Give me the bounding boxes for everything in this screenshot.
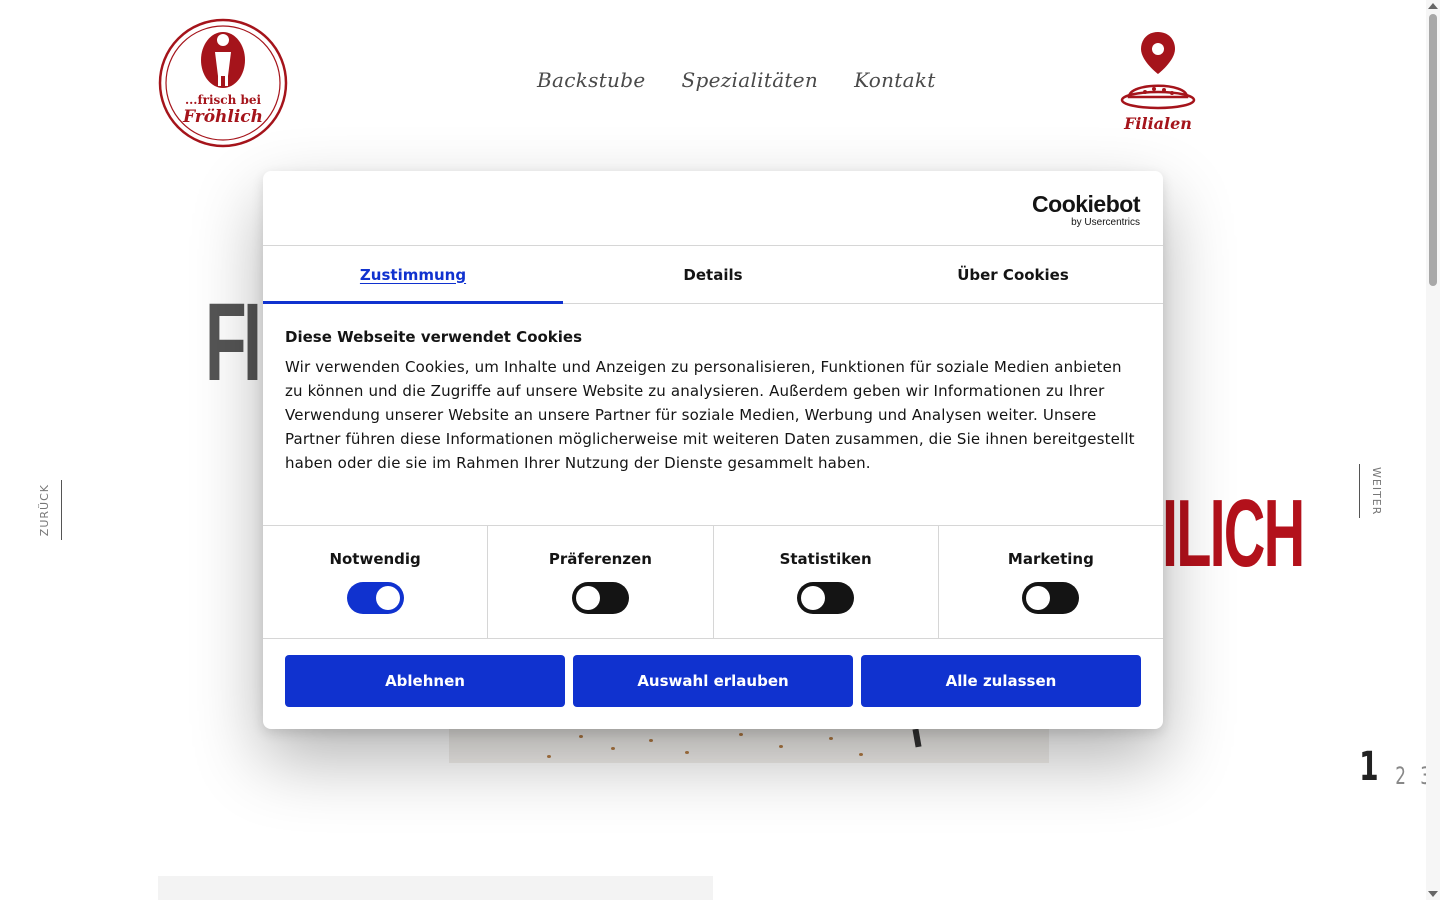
- dialog-buttons: Ablehnen Auswahl erlauben Alle zulassen: [263, 639, 1163, 723]
- dialog-text: Wir verwenden Cookies, um Inhalte und An…: [285, 358, 1135, 472]
- decline-button[interactable]: Ablehnen: [285, 655, 565, 707]
- scroll-up-arrow-icon[interactable]: [1428, 3, 1438, 9]
- toggle-praeferenzen[interactable]: [571, 582, 629, 614]
- dialog-body: Diese Webseite verwendet Cookies Wir ver…: [263, 304, 1163, 526]
- toggle-group-statistiken: Statistiken: [714, 526, 939, 638]
- tab-zustimmung[interactable]: Zustimmung: [263, 246, 563, 304]
- scroll-down-arrow-icon[interactable]: [1428, 891, 1438, 897]
- toggle-group-notwendig: Notwendig: [263, 526, 489, 638]
- cookiebot-brand: Cookiebot: [1032, 191, 1140, 217]
- dialog-tabs: Zustimmung Details Über Cookies: [263, 246, 1163, 304]
- toggle-label-marketing: Marketing: [1007, 550, 1094, 568]
- dialog-header: Cookiebot by Usercentrics: [263, 171, 1163, 246]
- toggle-knob: [575, 586, 600, 610]
- allow-all-button[interactable]: Alle zulassen: [861, 655, 1141, 707]
- tab-ueber-cookies[interactable]: Über Cookies: [863, 246, 1163, 303]
- toggle-group-praeferenzen: Präferenzen: [488, 526, 714, 638]
- toggle-knob: [1026, 586, 1051, 610]
- toggle-group-marketing: Marketing: [939, 526, 1163, 638]
- tab-details[interactable]: Details: [563, 246, 863, 303]
- toggle-knob: [801, 586, 826, 610]
- cookiebot-brand-sub: by Usercentrics: [1071, 217, 1140, 228]
- cookie-consent-dialog: Cookiebot by Usercentrics Zustimmung Det…: [263, 171, 1163, 729]
- toggle-marketing[interactable]: [1022, 582, 1080, 614]
- toggle-notwendig[interactable]: [346, 582, 404, 614]
- cookiebot-logo[interactable]: Cookiebot by Usercentrics: [1032, 191, 1140, 229]
- toggle-label-praeferenzen: Präferenzen: [548, 550, 652, 568]
- toggle-statistiken[interactable]: [797, 582, 855, 614]
- dialog-heading: Diese Webseite verwendet Cookies: [285, 328, 583, 346]
- toggle-label-statistiken: Statistiken: [779, 550, 872, 568]
- toggle-knob: [375, 586, 400, 610]
- allow-selection-button[interactable]: Auswahl erlauben: [573, 655, 853, 707]
- scroll-thumb[interactable]: [1429, 14, 1437, 286]
- page-scrollbar[interactable]: [1426, 0, 1440, 900]
- toggle-label-notwendig: Notwendig: [329, 550, 421, 568]
- consent-toggles: Notwendig Präferenzen Statistiken Market…: [263, 526, 1163, 639]
